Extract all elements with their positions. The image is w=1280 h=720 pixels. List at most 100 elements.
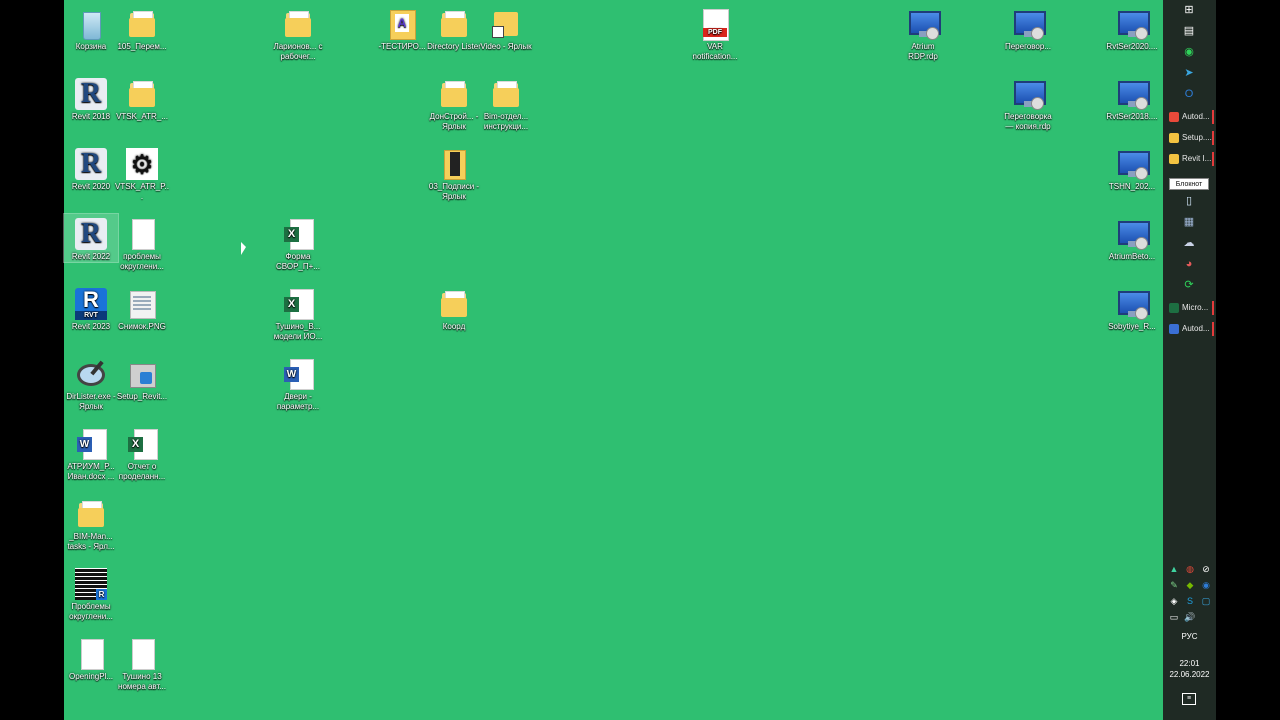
desktop-shortcut[interactable]: Setup_Revit... bbox=[115, 354, 169, 402]
desktop-shortcut[interactable]: Корзина bbox=[64, 4, 118, 52]
autodesk-tray-icon[interactable]: ▲ bbox=[1167, 562, 1181, 576]
desktop-shortcut-label: OpeningPl... bbox=[68, 672, 114, 681]
desktop-shortcut[interactable]: VAR notification... bbox=[688, 4, 742, 62]
link-tray-icon[interactable]: ⊘ bbox=[1199, 562, 1213, 576]
volume-tray-icon[interactable]: 🔊 bbox=[1183, 610, 1197, 624]
desktop-shortcut[interactable]: VTSK_ATR_P... bbox=[115, 144, 169, 202]
desktop-shortcut[interactable]: VTSK_ATR_... bbox=[115, 74, 169, 122]
calculator-icon[interactable]: ▦ bbox=[1182, 215, 1196, 229]
skype-tray-icon[interactable]: S bbox=[1183, 594, 1197, 608]
desktop-shortcut[interactable]: Revit 2023 bbox=[64, 284, 118, 332]
desktop-shortcut-label: Проблемы округлени... bbox=[69, 602, 113, 621]
file-icon bbox=[75, 638, 107, 670]
desktop-shortcut[interactable]: Отчет о проделанн... bbox=[115, 424, 169, 482]
desktop[interactable] bbox=[64, 0, 1163, 720]
desktop-shortcut[interactable]: AtriumBeto... bbox=[1105, 214, 1159, 262]
desktop-shortcut-label: Снимок.PNG bbox=[118, 322, 166, 331]
desktop-shortcut[interactable]: Переговор... bbox=[1001, 4, 1055, 52]
desktop-shortcut[interactable]: DirLister.exe - Ярлык bbox=[64, 354, 118, 412]
taskbar-app[interactable]: Autod... bbox=[1165, 108, 1214, 126]
desktop-shortcut-label: Revit 2020 bbox=[71, 182, 111, 191]
desktop-shortcut[interactable]: Снимок.PNG bbox=[115, 284, 169, 332]
desktop-shortcut[interactable]: Atrium RDP.rdp bbox=[896, 4, 950, 62]
windows-start-icon[interactable]: ⊞ bbox=[1182, 3, 1196, 17]
screen-tray-icon[interactable]: ▢ bbox=[1199, 594, 1213, 608]
desktop-shortcut[interactable]: Ларионов... с рабочег... bbox=[271, 4, 325, 62]
app-icon bbox=[1169, 302, 1179, 313]
taskbar-app[interactable]: Autod... bbox=[1165, 320, 1214, 338]
desktop-shortcut-label: -ТЕСТИРО... bbox=[378, 42, 426, 51]
desktop-shortcut[interactable]: Проблемы округлени... bbox=[64, 564, 118, 622]
folder-icon bbox=[438, 8, 470, 40]
desktop-shortcut-label: 105_Перем... bbox=[117, 42, 167, 51]
dropbox-tray-icon[interactable]: ◈ bbox=[1167, 594, 1181, 608]
desktop-shortcut-label: Ларионов... с рабочег... bbox=[273, 42, 323, 61]
desktop-shortcut[interactable]: 03_Подписи - Ярлык bbox=[427, 144, 481, 202]
desktop-shortcut-label: VAR notification... bbox=[692, 42, 738, 61]
desktop-shortcut[interactable]: Тушино_В... модели ИО... bbox=[271, 284, 325, 342]
excel-icon bbox=[126, 428, 158, 460]
desktop-shortcut[interactable]: Переговорка — копия.rdp bbox=[1001, 74, 1055, 132]
desktop-shortcut[interactable]: Revit 2018 bbox=[64, 74, 118, 122]
desktop-shortcut[interactable]: TSHN_202... bbox=[1105, 144, 1159, 192]
desktop-shortcut[interactable]: RvtSer2020.... bbox=[1105, 4, 1159, 52]
desktop-shortcut[interactable]: ДонСтрой... - Ярлык bbox=[427, 74, 481, 132]
sync-icon[interactable]: ⟳ bbox=[1182, 278, 1196, 292]
clock-time[interactable]: 22:01 bbox=[1163, 659, 1216, 668]
taskbar-app[interactable]: Revit I... bbox=[1165, 150, 1214, 168]
pen-tray-icon[interactable]: ✎ bbox=[1167, 578, 1181, 592]
dirlister-icon bbox=[75, 358, 107, 390]
word-icon bbox=[75, 428, 107, 460]
notification-center-icon[interactable]: ≡ bbox=[1182, 693, 1196, 705]
desktop-shortcut-label: DirLister.exe - Ярлык bbox=[66, 392, 116, 411]
eye-tray-icon[interactable]: ◉ bbox=[1199, 578, 1213, 592]
taskbar-app[interactable]: Micro... bbox=[1165, 299, 1214, 317]
telegram-icon[interactable]: ➤ bbox=[1182, 66, 1196, 80]
qr-grid-icon bbox=[75, 568, 107, 600]
notepad-icon[interactable]: ▯ bbox=[1182, 194, 1196, 208]
remote-desktop-icon bbox=[1012, 78, 1046, 110]
desktop-shortcut[interactable]: проблемы округлени... bbox=[115, 214, 169, 272]
nvidia-tray-icon[interactable]: ◆ bbox=[1183, 578, 1197, 592]
desktop-shortcut[interactable]: Revit 2022 bbox=[63, 213, 119, 263]
whatsapp-icon[interactable]: ◉ bbox=[1182, 45, 1196, 59]
paint-icon[interactable]: ◕ bbox=[1182, 257, 1196, 271]
desktop-shortcut[interactable]: RvtSer2018.... bbox=[1105, 74, 1159, 122]
remote-desktop-icon[interactable]: ☁ bbox=[1182, 236, 1196, 250]
desktop-shortcut[interactable]: -ТЕСТИРО... bbox=[375, 4, 429, 52]
desktop-shortcut[interactable]: Тушино 13 номера авт... bbox=[115, 634, 169, 692]
desktop-shortcut[interactable]: Двери - параметр... bbox=[271, 354, 325, 412]
desktop-shortcut[interactable]: Sobytiye_R... bbox=[1105, 284, 1159, 332]
desktop-shortcut-label: 03_Подписи - Ярлык bbox=[428, 182, 480, 201]
tester-folder-icon bbox=[386, 8, 418, 40]
desktop-shortcut-label: Отчет о проделанн... bbox=[118, 462, 166, 481]
desktop-shortcut-label: Корзина bbox=[75, 42, 107, 51]
desktop-shortcut[interactable]: _BIM-Man... tasks - Ярл... bbox=[64, 494, 118, 552]
desktop-shortcut[interactable]: Форма СВОР_П+... bbox=[271, 214, 325, 272]
clock-date[interactable]: 22.06.2022 bbox=[1163, 670, 1216, 679]
desktop-shortcut-label: Revit 2023 bbox=[71, 322, 111, 331]
mouse-cursor bbox=[241, 242, 246, 255]
language-indicator[interactable]: РУС bbox=[1163, 632, 1216, 641]
desktop-shortcut[interactable]: АТРИУМ_Р... Иван.docx ... bbox=[64, 424, 118, 482]
desktop-shortcut[interactable]: Revit 2020 bbox=[64, 144, 118, 192]
desktop-shortcut[interactable]: Коорд bbox=[427, 284, 481, 332]
app-icon bbox=[1169, 323, 1179, 334]
task-view-icon[interactable]: ▤ bbox=[1182, 24, 1196, 38]
desktop-shortcut[interactable]: Directory Lister bbox=[427, 4, 481, 52]
desktop-shortcut-label: Setup_Revit... bbox=[116, 392, 168, 401]
file-icon bbox=[126, 218, 158, 250]
chrome-tray-icon[interactable]: ◍ bbox=[1183, 562, 1197, 576]
desktop-shortcut-label: Двери - параметр... bbox=[276, 392, 320, 411]
taskbar-app[interactable]: Setup.... bbox=[1165, 129, 1214, 147]
network-tray-icon[interactable]: ▭ bbox=[1167, 610, 1181, 624]
desktop-shortcut[interactable]: Bim-отдел... инструкци... bbox=[479, 74, 533, 132]
desktop-shortcut[interactable]: OpeningPl... bbox=[64, 634, 118, 682]
revit-icon bbox=[75, 148, 107, 180]
desktop-shortcut[interactable]: Video - Ярлык bbox=[479, 4, 533, 52]
desktop-shortcut-label: Форма СВОР_П+... bbox=[276, 252, 320, 271]
remote-desktop-icon bbox=[1116, 288, 1150, 320]
outlook-icon[interactable]: O bbox=[1182, 87, 1196, 101]
desktop-shortcut-label: Тушино_В... модели ИО... bbox=[273, 322, 323, 341]
desktop-shortcut[interactable]: 105_Перем... bbox=[115, 4, 169, 52]
